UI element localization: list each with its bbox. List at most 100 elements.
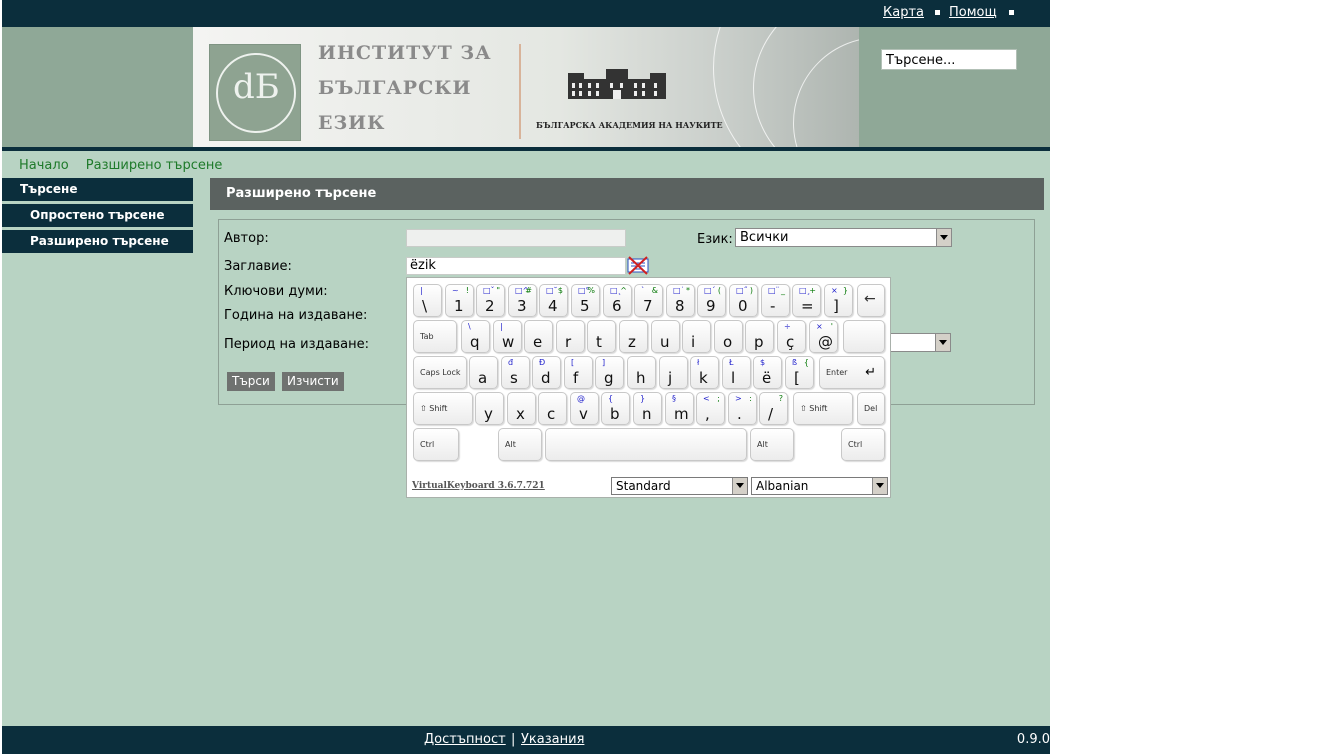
key-char[interactable]: y [475, 392, 504, 425]
key-char[interactable]: j [659, 356, 688, 389]
virtual-keyboard-icon[interactable] [627, 255, 649, 276]
key-char[interactable]: ` & 7 [634, 284, 663, 317]
chevron-down-icon[interactable] [935, 334, 950, 351]
key-char[interactable]: ß {[ [785, 356, 814, 389]
key-enter-upper[interactable] [843, 320, 885, 353]
key-char[interactable]: □°% 5 [571, 284, 600, 317]
key-main-char: [ [794, 369, 800, 387]
key-enter[interactable]: Enter ↵ [819, 356, 885, 389]
key-char[interactable]: u [651, 320, 680, 353]
virtual-keyboard-link[interactable]: VirtualKeyboard 3.6.7.721 [412, 481, 545, 491]
chevron-down-icon[interactable] [872, 478, 887, 494]
key-backspace[interactable]: ← [857, 284, 885, 317]
key-char[interactable]: h [627, 356, 656, 389]
sidebar-item-advanced-search[interactable]: Разширено търсене [2, 230, 193, 253]
key-shift-char: Ł [729, 358, 734, 367]
key-ctrl-left[interactable]: Ctrl [413, 428, 459, 461]
key-char[interactable]: z [619, 320, 648, 353]
key-char[interactable]: □¸ + = [792, 284, 821, 317]
help-link[interactable]: Помощ [949, 5, 997, 20]
breadcrumb-home[interactable]: Начало [19, 158, 69, 173]
key-ctrl-right[interactable]: Ctrl [841, 428, 885, 461]
chevron-down-icon[interactable] [732, 478, 747, 494]
key-char[interactable]: ? / [759, 392, 788, 425]
key-char[interactable]: □˛ ^ 6 [603, 284, 632, 317]
key-space[interactable] [545, 428, 747, 461]
key-char[interactable]: ÷ ç [777, 320, 806, 353]
search-button[interactable]: Търси [227, 372, 275, 391]
author-input[interactable] [406, 229, 626, 247]
key-char[interactable]: đs [501, 356, 530, 389]
key-alt-right[interactable]: Alt [750, 428, 794, 461]
keyboard-language-select[interactable]: Albanian [751, 477, 888, 495]
key-tab[interactable]: Tab [413, 320, 457, 353]
key-main-char: w [502, 333, 515, 351]
key-char[interactable]: □´(9 [697, 284, 726, 317]
key-char[interactable]: | \ [413, 284, 442, 317]
language-select[interactable]: Всички [735, 228, 952, 247]
key-del[interactable]: Del [857, 392, 885, 425]
key-char[interactable]: □˙ * 8 [666, 284, 695, 317]
key-char[interactable]: r [556, 320, 585, 353]
title-input[interactable]: ëzik [406, 257, 626, 275]
key-shift-char: $ [760, 358, 766, 367]
key-char[interactable]: $ ë [753, 356, 782, 389]
key-shift-right[interactable]: ⇧ Shift [793, 392, 853, 425]
key-char[interactable]: <;, [696, 392, 725, 425]
key-main-char: s [510, 369, 518, 387]
key-char[interactable]: □˘ $4 [539, 284, 568, 317]
key-char[interactable]: | w [493, 320, 522, 353]
sidebar-item-search[interactable]: Търсене [2, 178, 193, 201]
key-alt-char: { [803, 358, 809, 367]
guidelines-link[interactable]: Указания [521, 732, 584, 747]
key-alt-left[interactable]: Alt [498, 428, 542, 461]
key-char[interactable]: >:. [728, 392, 757, 425]
key-char[interactable]: [f [564, 356, 593, 389]
key-alt-char: ( [717, 286, 721, 295]
key-char[interactable]: a [469, 356, 498, 389]
key-shift-left[interactable]: ⇧ Shift [413, 392, 473, 425]
map-link[interactable]: Карта [883, 5, 924, 20]
clear-button[interactable]: Изчисти [282, 372, 344, 391]
key-char[interactable]: ×}] [824, 284, 853, 317]
key-alt-char: # [525, 286, 532, 295]
key-char[interactable]: e [524, 320, 553, 353]
key-char[interactable]: c [538, 392, 567, 425]
key-shift-char: □˘ [546, 286, 558, 295]
key-char[interactable]: {b [601, 392, 630, 425]
key-char[interactable]: □^ #3 [508, 284, 537, 317]
key-char[interactable]: □ˇ " 2 [476, 284, 505, 317]
sidebar-item-simple-search[interactable]: Опростено търсене [2, 204, 193, 227]
key-char[interactable]: \ q [461, 320, 490, 353]
keyboard-layout-select[interactable]: Standard [611, 477, 748, 495]
site-search-input[interactable]: Търсене... [881, 49, 1017, 70]
breadcrumb-current[interactable]: Разширено търсене [86, 158, 223, 173]
academy-name: БЪЛГАРСКА АКАДЕМИЯ НА НАУКИТЕ [536, 120, 723, 130]
key-char[interactable]: o [714, 320, 743, 353]
key-shift-char: □´ [704, 286, 716, 295]
key-char[interactable]: Łl [722, 356, 751, 389]
key-char[interactable]: ] g [595, 356, 624, 389]
key-char[interactable]: Đd [532, 356, 561, 389]
key-char[interactable]: § m [665, 392, 694, 425]
key-main-char: ç [786, 333, 795, 351]
key-char[interactable]: łk [690, 356, 719, 389]
key-main-char: i [691, 333, 696, 351]
key-char[interactable]: □˝) 0 [729, 284, 758, 317]
sidebar: Търсене Опростено търсене Разширено търс… [2, 178, 193, 256]
key-char[interactable]: } n [633, 392, 662, 425]
period-select[interactable] [882, 333, 951, 352]
key-char[interactable]: × ' @ [809, 320, 838, 353]
key-char[interactable]: t [587, 320, 616, 353]
key-char[interactable]: i [682, 320, 711, 353]
key-char[interactable]: @ v [570, 392, 599, 425]
language-select-value: Всички [740, 230, 789, 245]
key-char[interactable]: x [507, 392, 536, 425]
key-char[interactable]: □¨ _ - [761, 284, 790, 317]
key-caps-lock[interactable]: Caps Lock [413, 356, 467, 389]
accessibility-link[interactable]: Достъпност [424, 732, 506, 747]
key-alt-char: * [686, 286, 690, 295]
key-char[interactable]: ~! 1 [445, 284, 474, 317]
key-char[interactable]: p [745, 320, 774, 353]
chevron-down-icon[interactable] [936, 229, 951, 246]
